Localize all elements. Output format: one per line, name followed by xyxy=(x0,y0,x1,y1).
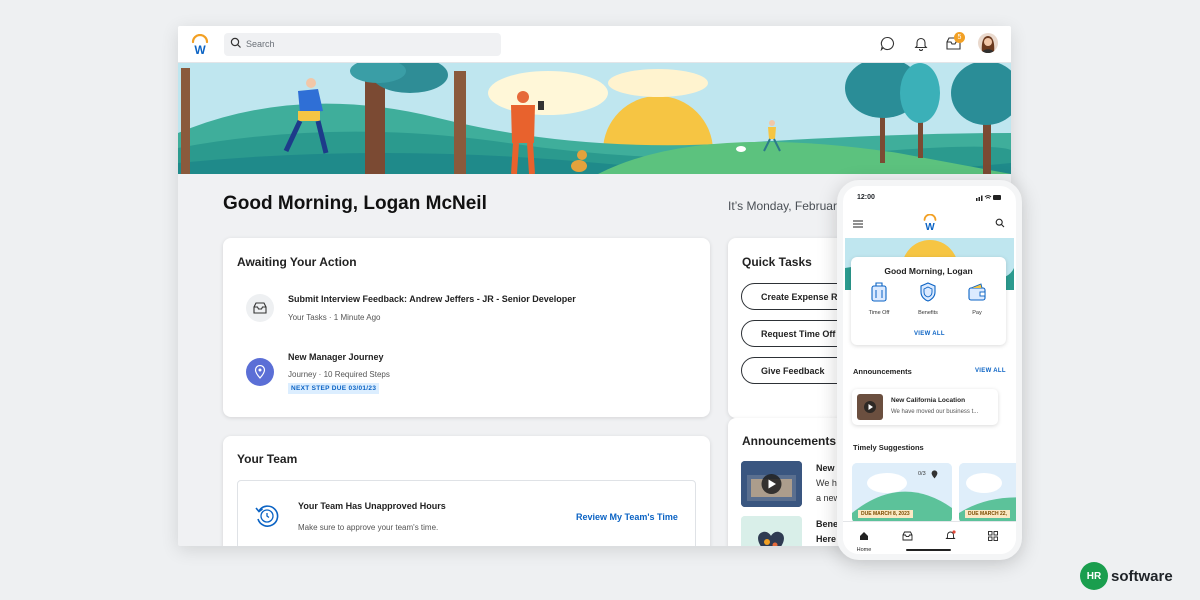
quick-view-all-link[interactable]: VIEW ALL xyxy=(914,331,945,337)
announcement-title-1[interactable]: New xyxy=(816,461,835,476)
announcements-view-all-link[interactable]: VIEW ALL xyxy=(975,368,1006,374)
task-meta: Your Tasks · 1 Minute Ago xyxy=(288,313,381,322)
review-team-time-link[interactable]: Review My Team's Time xyxy=(576,512,678,522)
suggestion-card-2[interactable]: DUE MARCH 22, xyxy=(959,463,1016,523)
suggestion-due-1: DUE MARCH 8, 2023 xyxy=(858,510,913,518)
announcement-video-thumbnail[interactable] xyxy=(741,461,802,507)
nav-home-label: Home xyxy=(856,547,872,553)
announcements-title: Announcements xyxy=(742,434,837,448)
clock-history-icon xyxy=(255,505,279,527)
unapproved-hours-sub: Make sure to approve your team's time. xyxy=(298,523,439,532)
announcement-sub-2: Here xyxy=(816,534,837,544)
mobile-app-mockup: 12:00 W Good Morning, Logan Time Off Ben… xyxy=(837,180,1022,560)
nav-home[interactable]: Home xyxy=(849,528,879,553)
inbox-count-badge: 5 xyxy=(954,32,965,43)
notification-bell-icon xyxy=(944,530,956,539)
search-icon[interactable] xyxy=(995,218,1005,228)
workday-logo[interactable]: W xyxy=(191,34,209,56)
announcement-video-thumbnail xyxy=(857,394,883,420)
notification-bell-icon[interactable] xyxy=(914,36,928,51)
awaiting-action-title: Awaiting Your Action xyxy=(237,255,357,269)
hamburger-menu-icon[interactable] xyxy=(853,220,863,228)
page-greeting: Good Morning, Logan McNeil xyxy=(223,193,487,214)
location-pin-icon xyxy=(931,470,938,479)
journey-location-icon xyxy=(246,358,274,386)
suitcase-icon xyxy=(871,282,887,302)
inbox-task-icon xyxy=(246,294,274,322)
avatar[interactable] xyxy=(978,33,998,53)
pay-label: Pay xyxy=(972,310,982,316)
task-title-interview-feedback[interactable]: Submit Interview Feedback: Andrew Jeffer… xyxy=(288,294,576,304)
apps-grid-icon xyxy=(988,531,998,541)
unapproved-hours-title: Your Team Has Unapproved Hours xyxy=(298,501,446,511)
suggestion-progress: 0/3 xyxy=(918,471,926,477)
home-icon xyxy=(860,532,868,540)
suggestion-due-2: DUE MARCH 22, xyxy=(965,510,1010,518)
inbox-icon xyxy=(902,531,912,541)
mobile-announcement-title: New California Location xyxy=(891,397,966,404)
nav-inbox[interactable] xyxy=(892,528,922,546)
search-placeholder: Search xyxy=(246,39,275,49)
phone-status-time: 12:00 xyxy=(857,194,875,201)
svg-text:W: W xyxy=(194,43,206,56)
chat-icon[interactable] xyxy=(880,36,895,51)
journey-title[interactable]: New Manager Journey xyxy=(288,352,384,362)
wallet-icon xyxy=(968,283,986,301)
announcement-benefits-thumbnail[interactable] xyxy=(741,516,802,546)
pay-shortcut[interactable]: Pay xyxy=(957,281,997,316)
mobile-announcements-title: Announcements xyxy=(853,367,912,376)
mobile-announcement-sub: We have moved our business t... xyxy=(891,409,979,415)
announcement-title-2[interactable]: Bene xyxy=(816,517,838,532)
next-step-due-tag: NEXT STEP DUE 03/01/23 xyxy=(288,383,380,394)
benefits-label: Benefits xyxy=(918,310,938,316)
top-bar: W Search 5 xyxy=(178,26,1011,63)
hr-logo-mark: HR xyxy=(1080,562,1108,590)
timely-suggestions-title: Timely Suggestions xyxy=(853,443,924,452)
mobile-greeting: Good Morning, Logan xyxy=(884,266,973,276)
time-off-label: Time Off xyxy=(868,310,890,316)
your-team-title: Your Team xyxy=(237,452,298,466)
home-indicator xyxy=(906,549,951,551)
mobile-announcement-card[interactable]: New California Location We have moved ou… xyxy=(852,389,998,425)
shield-icon xyxy=(920,282,936,302)
search-input[interactable]: Search xyxy=(224,33,501,56)
workday-logo: W xyxy=(923,214,937,231)
benefits-shortcut[interactable]: Benefits xyxy=(908,281,948,316)
quick-tasks-title: Quick Tasks xyxy=(742,255,812,269)
journey-meta: Journey · 10 Required Steps xyxy=(288,370,390,379)
nav-apps[interactable] xyxy=(978,528,1008,546)
hero-illustration xyxy=(178,63,1011,174)
hr-software-logo: HR software xyxy=(1080,562,1173,590)
your-team-card: Your Team Your Team Has Unapproved Hours… xyxy=(223,436,710,546)
awaiting-action-card: Awaiting Your Action Submit Interview Fe… xyxy=(223,238,710,417)
mobile-welcome-card: Good Morning, Logan Time Off Benefits Pa… xyxy=(851,257,1006,345)
nav-notifications[interactable] xyxy=(935,528,965,546)
time-off-shortcut[interactable]: Time Off xyxy=(859,281,899,316)
search-icon xyxy=(230,37,241,48)
svg-text:W: W xyxy=(925,222,935,231)
hr-logo-word: software xyxy=(1111,567,1173,585)
signal-wifi-battery-icon xyxy=(976,195,1001,201)
suggestion-card-1[interactable]: 0/3 DUE MARCH 8, 2023 xyxy=(852,463,952,523)
unapproved-hours-alert: Your Team Has Unapproved Hours Make sure… xyxy=(237,480,696,546)
announcement-sub-1: We h xyxy=(816,478,837,488)
date-text: It’s Monday, February xyxy=(728,199,843,213)
